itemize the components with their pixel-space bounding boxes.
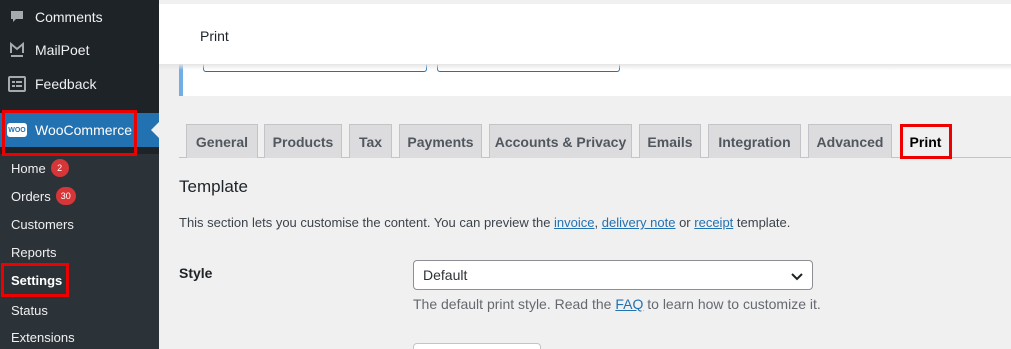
tab-general[interactable]: General <box>186 124 258 158</box>
feedback-icon <box>7 74 27 94</box>
page-title: Print <box>200 28 229 44</box>
highlight-print-tab <box>900 124 952 159</box>
submenu-label: Customers <box>11 216 74 232</box>
submenu-label: Status <box>11 302 48 318</box>
tab-integration[interactable]: Integration <box>708 124 801 158</box>
submenu-home[interactable]: Home 2 <box>11 157 69 179</box>
desc-sep: or <box>675 215 695 230</box>
menu-mailpoet[interactable]: MailPoet <box>0 33 159 67</box>
tab-advanced[interactable]: Advanced <box>808 124 892 158</box>
delivery-note-link[interactable]: delivery note <box>602 215 676 230</box>
current-menu-arrow <box>151 122 159 138</box>
orders-count-badge: 30 <box>55 187 76 205</box>
submenu-orders[interactable]: Orders 30 <box>11 185 76 207</box>
style-help-text: The default print style. Read the FAQ to… <box>413 296 821 312</box>
style-select-value: Default <box>423 267 468 283</box>
submenu-label: Extensions <box>11 329 75 345</box>
invoice-link[interactable]: invoice <box>554 215 594 230</box>
menu-label: Feedback <box>35 76 97 92</box>
faq-link[interactable]: FAQ <box>615 296 643 312</box>
tab-tax[interactable]: Tax <box>349 124 392 158</box>
section-title: Template <box>179 177 248 196</box>
menu-comments[interactable]: Comments <box>0 0 159 34</box>
submenu-label: Reports <box>11 244 57 260</box>
submenu-label: Orders <box>11 188 51 204</box>
submenu-label: Home <box>11 160 46 176</box>
header-shadow <box>159 64 1011 70</box>
next-field-input[interactable] <box>413 343 541 349</box>
desc-sep: , <box>594 215 602 230</box>
comment-icon <box>7 7 27 27</box>
submenu-extensions[interactable]: Extensions <box>11 326 75 348</box>
style-label: Style <box>179 265 213 281</box>
section-description: This section lets you customise the cont… <box>179 215 790 230</box>
highlight-woocommerce <box>2 110 137 156</box>
highlight-settings <box>1 263 69 297</box>
tab-payments[interactable]: Payments <box>399 124 482 158</box>
receipt-link[interactable]: receipt <box>694 215 733 230</box>
desc-text: template. <box>733 215 791 230</box>
help-text: to learn how to customize it. <box>643 296 821 312</box>
help-text: The default print style. Read the <box>413 296 616 312</box>
tab-accounts-privacy[interactable]: Accounts & Privacy <box>489 124 632 158</box>
home-count-badge: 2 <box>50 159 69 177</box>
style-select[interactable]: Default <box>413 260 813 290</box>
tab-products[interactable]: Products <box>264 124 342 158</box>
desc-text: This section lets you customise the cont… <box>179 215 555 230</box>
menu-label: MailPoet <box>35 42 90 58</box>
submenu-status[interactable]: Status <box>11 299 48 321</box>
menu-label: Comments <box>35 9 103 25</box>
woocommerce-submenu: Home 2 Orders 30 Customers Reports Setti… <box>0 154 159 349</box>
submenu-reports[interactable]: Reports <box>11 241 57 263</box>
tab-emails[interactable]: Emails <box>639 124 701 158</box>
mailpoet-icon <box>7 40 27 60</box>
page-header: Print <box>159 4 1011 64</box>
submenu-customers[interactable]: Customers <box>11 213 74 235</box>
chevron-down-icon <box>790 269 804 286</box>
menu-feedback[interactable]: Feedback <box>0 67 159 101</box>
